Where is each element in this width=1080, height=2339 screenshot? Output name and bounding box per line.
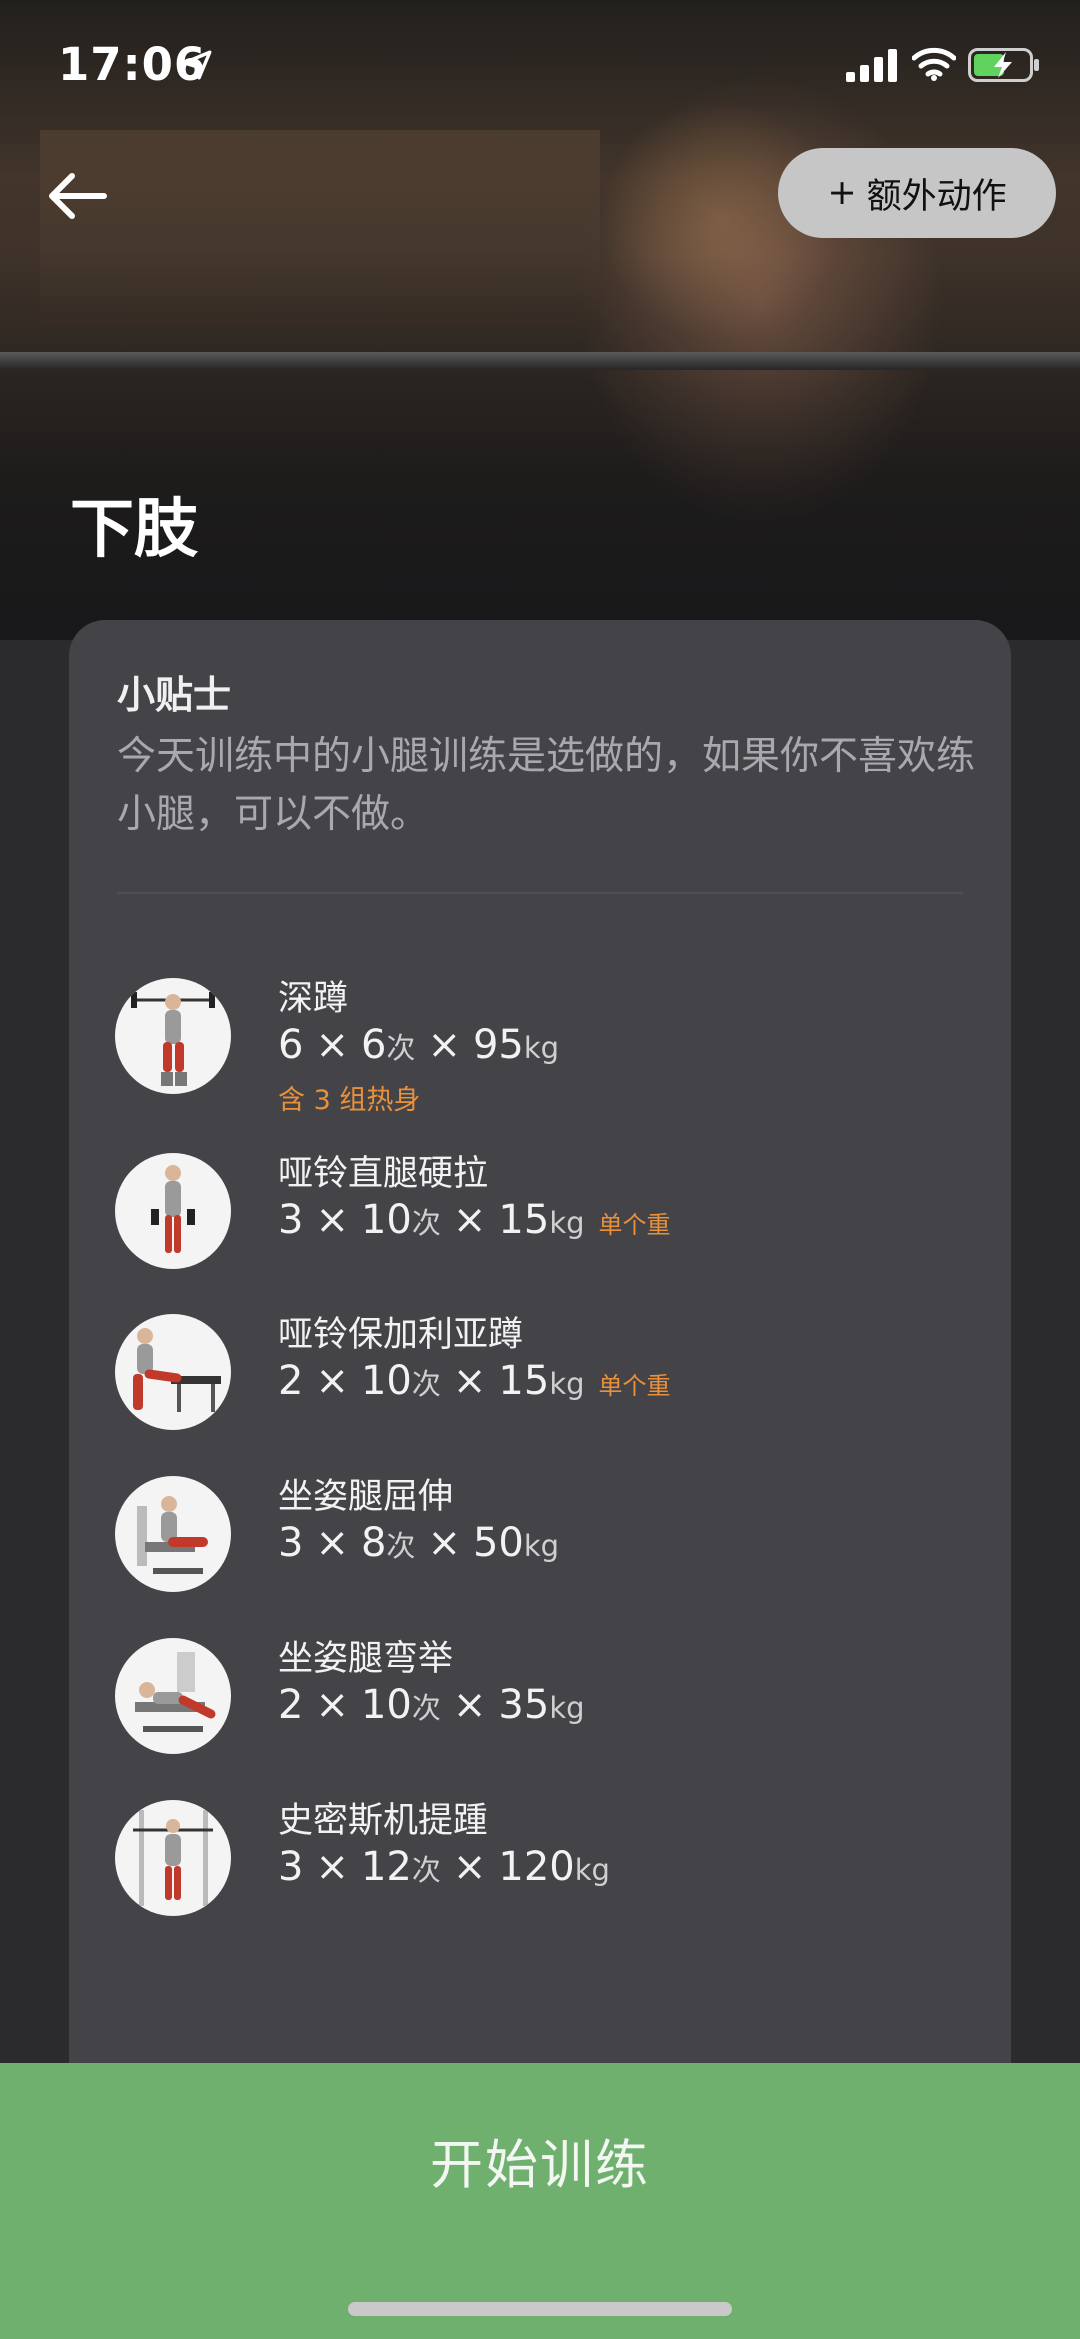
cellular-signal-icon: [846, 49, 897, 82]
extra-button-label: 额外动作: [866, 176, 1007, 217]
exercise-name: 深蹲: [278, 979, 349, 1019]
exercise-item[interactable]: 哑铃直腿硬拉 3 × 10次 × 15kg 单个重: [115, 1153, 975, 1303]
exercise-item[interactable]: 深蹲 6 × 6次 × 95kg 含 3 组热身: [115, 978, 975, 1128]
exercise-thumbnail: [115, 1476, 231, 1592]
exercise-name: 史密斯机提踵: [278, 1801, 489, 1841]
exercise-thumbnail: [115, 1638, 231, 1754]
exercise-name: 哑铃直腿硬拉: [278, 1154, 489, 1194]
plus-icon: +: [827, 173, 857, 213]
exercise-sets: 6 × 6次 × 95kg: [278, 1022, 560, 1068]
per-dumbbell-note: 单个重: [598, 1372, 671, 1400]
home-indicator: [348, 2302, 732, 2316]
exercise-name: 哑铃保加利亚蹲: [278, 1315, 524, 1355]
exercise-sets: 2 × 10次 × 35kg: [278, 1682, 585, 1728]
exercise-item[interactable]: 哑铃保加利亚蹲 2 × 10次 × 15kg 单个重: [115, 1314, 975, 1464]
exercise-item[interactable]: 史密斯机提踵 3 × 12次 × 120kg: [115, 1800, 975, 1950]
divider: [117, 892, 963, 894]
add-extra-exercise-button[interactable]: + 额外动作: [778, 148, 1056, 238]
wifi-icon: [912, 47, 956, 81]
exercise-item[interactable]: 坐姿腿弯举 2 × 10次 × 35kg: [115, 1638, 975, 1788]
tip-title: 小贴士: [117, 673, 232, 717]
exercise-sets: 3 × 12次 × 120kg: [278, 1844, 610, 1890]
exercise-thumbnail: [115, 1800, 231, 1916]
exercise-name: 坐姿腿弯举: [278, 1639, 454, 1679]
exercise-name: 坐姿腿屈伸: [278, 1477, 454, 1517]
exercise-sets: 3 × 8次 × 50kg: [278, 1520, 560, 1566]
per-dumbbell-note: 单个重: [598, 1211, 671, 1239]
exercise-sets: 2 × 10次 × 15kg 单个重: [278, 1358, 671, 1404]
tip-text: 今天训练中的小腿训练是选做的，如果你不喜欢练小腿，可以不做。: [117, 734, 976, 837]
exercise-item[interactable]: 坐姿腿屈伸 3 × 8次 × 50kg: [115, 1476, 975, 1626]
workout-card: 小贴士 今天训练中的小腿训练是选做的，如果你不喜欢练小腿，可以不做。 深蹲 6 ×…: [69, 620, 1011, 2120]
status-bar: 17:06: [0, 0, 1080, 130]
exercise-thumbnail: [115, 978, 231, 1094]
exercise-thumbnail: [115, 1314, 231, 1430]
start-training-button[interactable]: 开始训练: [0, 2063, 1080, 2339]
warmup-note: 含 3 组热身: [278, 1085, 421, 1116]
location-icon: [182, 50, 212, 80]
back-button[interactable]: [44, 168, 108, 224]
page-title: 下肢: [70, 493, 198, 567]
battery-charging-icon: [968, 48, 1039, 82]
exercise-sets: 3 × 10次 × 15kg 单个重: [278, 1197, 671, 1243]
exercise-thumbnail: [115, 1153, 231, 1269]
